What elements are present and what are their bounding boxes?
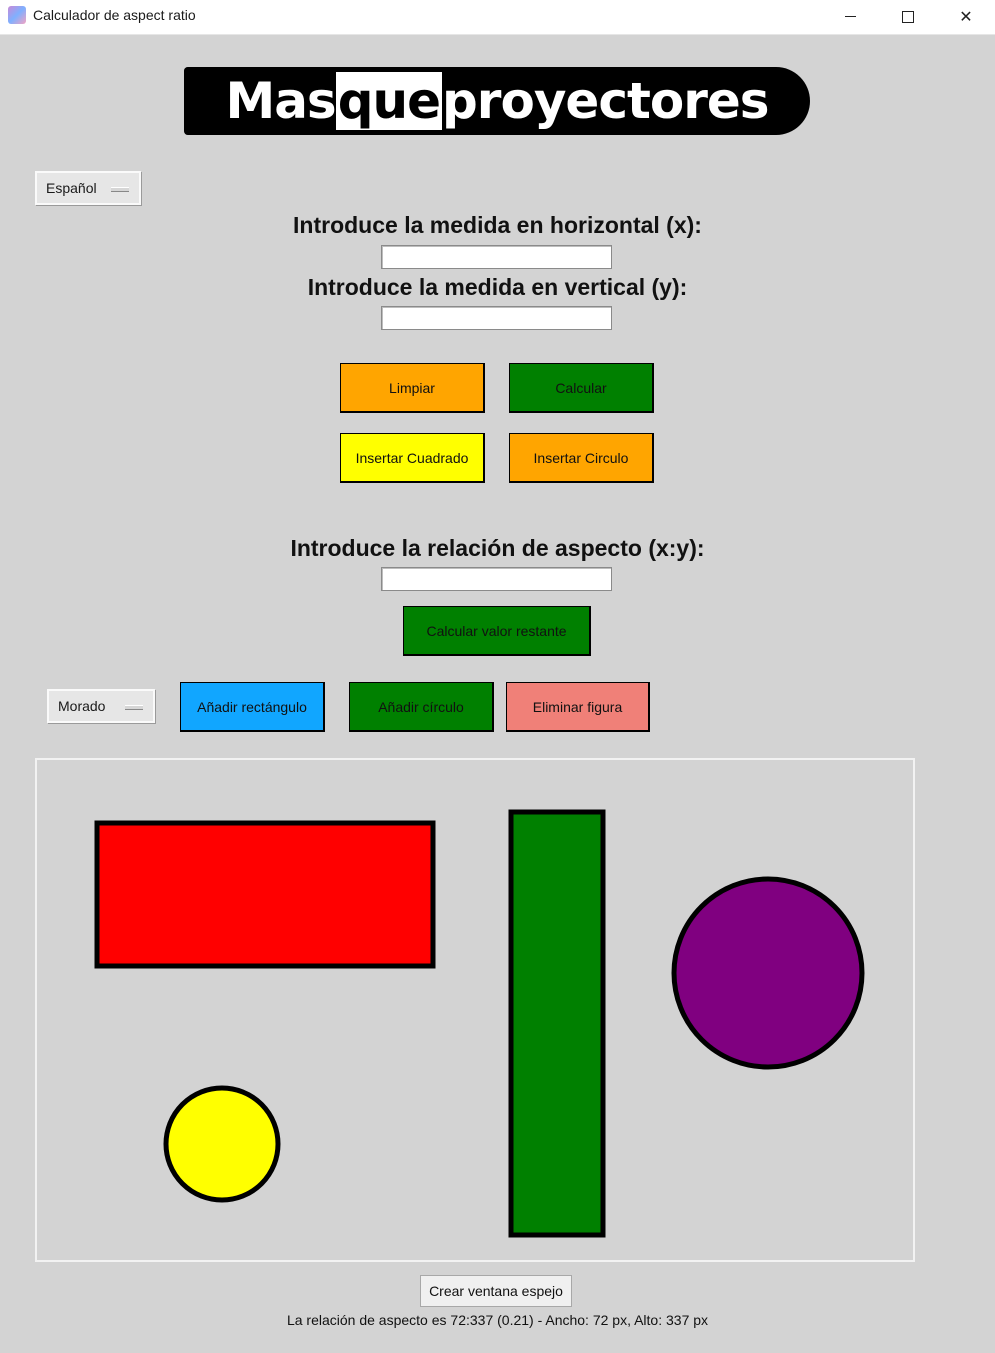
close-icon: ✕ — [959, 7, 973, 26]
calculate-button[interactable]: Calcular — [509, 363, 654, 413]
horizontal-label: Introduce la medida en horizontal (x): — [293, 212, 702, 238]
logo-text-part1: Mas — [225, 72, 336, 130]
red-rectangle-shape[interactable] — [94, 820, 436, 969]
horizontal-input[interactable] — [381, 245, 612, 269]
vertical-input[interactable] — [381, 306, 612, 330]
language-select-value: Español — [46, 180, 97, 196]
drawing-canvas[interactable] — [35, 758, 915, 1262]
add-circle-button[interactable]: Añadir círculo — [349, 682, 494, 732]
logo-text-highlight: que — [335, 72, 443, 130]
vertical-label: Introduce la medida en vertical (y): — [307, 274, 688, 300]
delete-shape-button[interactable]: Eliminar figura — [506, 682, 650, 732]
color-select-value: Morado — [58, 698, 106, 714]
aspect-ratio-status: La relación de aspecto es 72:337 (0.21) … — [286, 1312, 709, 1328]
calculate-remaining-button[interactable]: Calcular valor restante — [403, 606, 591, 656]
ratio-input[interactable] — [381, 567, 612, 591]
maximize-button[interactable] — [879, 0, 937, 33]
close-button[interactable]: ✕ — [937, 0, 995, 33]
dropdown-indicator-icon — [111, 187, 129, 192]
title-bar: Calculador de aspect ratio ✕ — [0, 0, 995, 35]
purple-circle-shape[interactable] — [671, 876, 865, 1070]
logo-text-part3: proyectores — [442, 72, 770, 130]
minimize-icon — [844, 16, 856, 17]
canvas-svg — [94, 809, 865, 1238]
maximize-icon — [902, 10, 914, 23]
dropdown-indicator-icon — [125, 705, 143, 710]
add-rectangle-button[interactable]: Añadir rectángulo — [180, 682, 325, 732]
minimize-button[interactable] — [821, 0, 879, 33]
insert-square-button[interactable]: Insertar Cuadrado — [340, 433, 485, 483]
create-mirror-window-button[interactable]: Crear ventana espejo — [420, 1275, 572, 1307]
green-rectangle-shape[interactable] — [508, 809, 606, 1238]
app-icon — [8, 6, 26, 24]
yellow-circle-shape[interactable] — [163, 1085, 281, 1203]
color-select[interactable]: Morado — [47, 689, 155, 723]
ratio-label: Introduce la relación de aspecto (x:y): — [290, 535, 705, 561]
language-select[interactable]: Español — [35, 171, 141, 205]
clear-button[interactable]: Limpiar — [340, 363, 485, 413]
window-title: Calculador de aspect ratio — [33, 7, 196, 23]
insert-circle-button[interactable]: Insertar Circulo — [509, 433, 654, 483]
brand-logo: Mas que proyectores — [184, 67, 810, 135]
